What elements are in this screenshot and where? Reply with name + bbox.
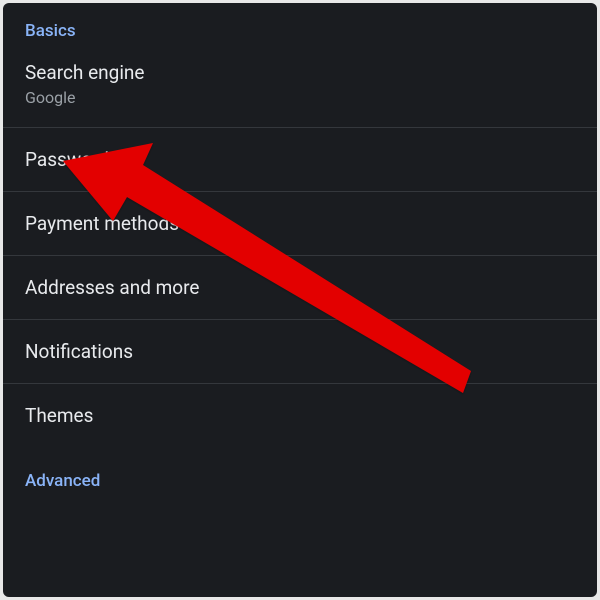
addresses-label: Addresses and more [25, 276, 575, 299]
themes-item[interactable]: Themes [3, 384, 597, 447]
basics-header: Basics [3, 3, 597, 49]
passwords-label: Passwords [25, 148, 575, 171]
notifications-label: Notifications [25, 340, 575, 363]
settings-screen: Basics Search engine Google Passwords Pa… [3, 3, 597, 597]
passwords-item[interactable]: Passwords [3, 128, 597, 192]
search-engine-label: Search engine [25, 61, 575, 84]
payment-methods-label: Payment methods [25, 212, 575, 235]
payment-methods-item[interactable]: Payment methods [3, 192, 597, 256]
addresses-item[interactable]: Addresses and more [3, 256, 597, 320]
search-engine-value: Google [25, 88, 575, 107]
themes-label: Themes [25, 404, 575, 427]
advanced-header: Advanced [3, 447, 597, 501]
notifications-item[interactable]: Notifications [3, 320, 597, 384]
search-engine-item[interactable]: Search engine Google [3, 49, 597, 128]
